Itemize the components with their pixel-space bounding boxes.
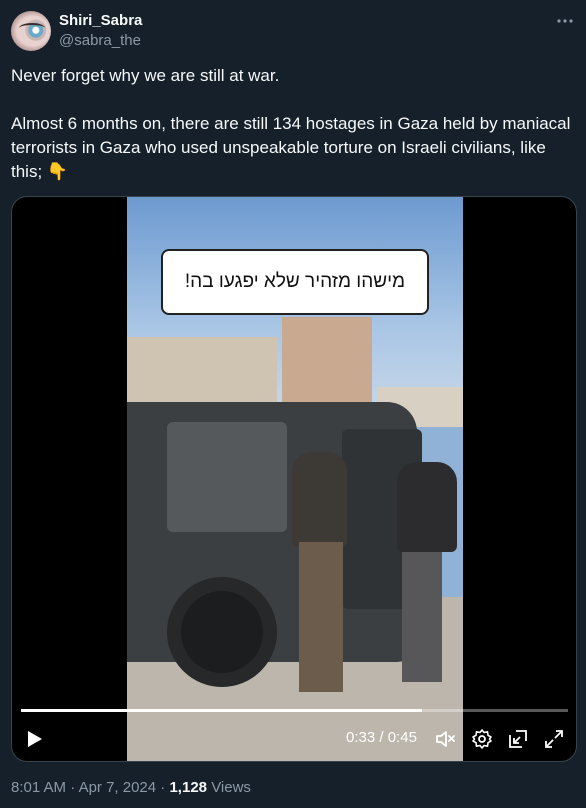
author-display-name[interactable]: Shiri_Sabra xyxy=(59,12,142,29)
tweet-header: Shiri_Sabra @sabra_the xyxy=(11,11,577,53)
tweet-paragraph-1: Never forget why we are still at war. xyxy=(11,66,280,85)
tweet-text: Never forget why we are still at war. Al… xyxy=(11,64,571,184)
mute-button[interactable] xyxy=(434,727,458,751)
more-options-button[interactable] xyxy=(553,11,577,31)
video-current-time: 0:33 xyxy=(346,729,376,746)
video-progress-fill xyxy=(21,709,422,712)
tweet-meta: 8:01 AM · Apr 7, 2024 · 1,128 Views xyxy=(11,779,251,796)
fullscreen-icon xyxy=(545,730,563,748)
video-duration: 0:45 xyxy=(387,729,417,746)
video-time: 0:33 / 0:45 xyxy=(346,729,417,746)
play-button[interactable] xyxy=(22,727,46,751)
play-icon xyxy=(28,731,42,747)
views-label: Views xyxy=(211,779,251,796)
settings-button[interactable] xyxy=(470,727,494,751)
meta-separator: · xyxy=(156,779,170,796)
avatar[interactable] xyxy=(11,11,51,51)
tweet-time[interactable]: 8:01 AM xyxy=(11,779,66,796)
video-frame[interactable]: מישהו מזהיר שלא יפגעו בה! xyxy=(127,197,463,761)
video-player[interactable]: מישהו מזהיר שלא יפגעו בה! 0:33 / 0:45 xyxy=(11,196,577,762)
video-progress-bar[interactable] xyxy=(21,709,568,712)
video-caption-overlay: מישהו מזהיר שלא יפגעו בה! xyxy=(161,249,429,315)
author-handle[interactable]: @sabra_the xyxy=(59,32,141,49)
more-horizontal-icon xyxy=(557,19,573,23)
tweet-paragraph-2: Almost 6 months on, there are still 134 … xyxy=(11,114,571,181)
video-time-separator: / xyxy=(375,729,388,746)
tweet-date[interactable]: Apr 7, 2024 xyxy=(79,779,157,796)
settings-gear-icon xyxy=(472,729,492,749)
volume-muted-icon xyxy=(436,731,455,747)
picture-in-picture-button[interactable] xyxy=(506,727,530,751)
views-count: 1,128 xyxy=(169,779,208,796)
fullscreen-button[interactable] xyxy=(542,727,566,751)
meta-separator: · xyxy=(66,779,79,796)
picture-in-picture-icon xyxy=(509,730,527,748)
